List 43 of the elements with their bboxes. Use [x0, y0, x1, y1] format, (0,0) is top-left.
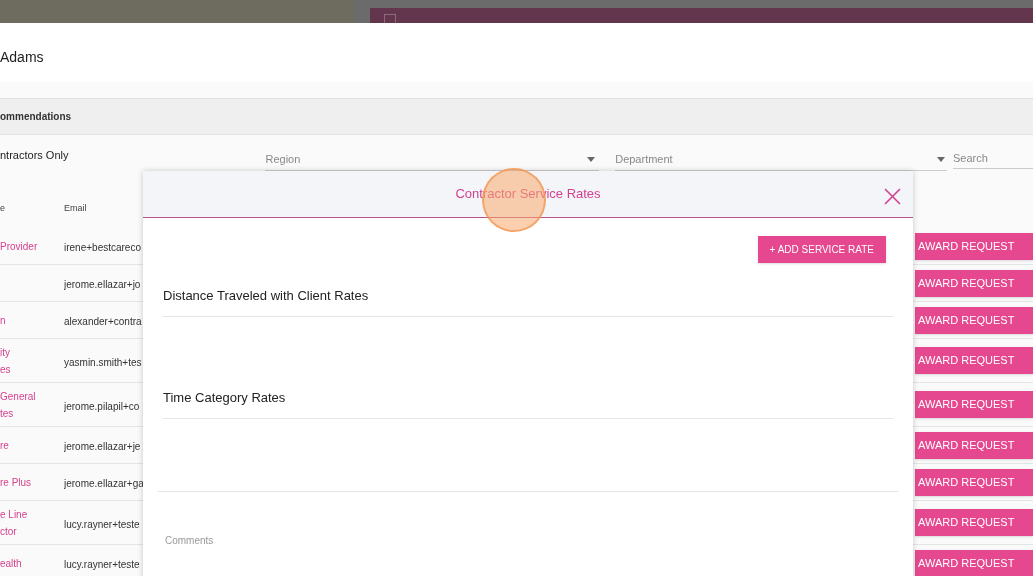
award-request-button[interactable]: AWARD REQUEST — [915, 549, 1033, 576]
award-request-button[interactable]: AWARD REQUEST — [915, 509, 1033, 536]
email-text: lucy.rayner+teste — [64, 518, 140, 530]
column-header: e — [0, 202, 6, 216]
award-request-button[interactable]: AWARD REQUEST — [915, 431, 1033, 459]
award-request-button[interactable]: AWARD REQUEST — [915, 347, 1033, 374]
email-text: jerome.ellazar+jo — [64, 279, 141, 290]
section-title: ommendations — [0, 110, 72, 124]
dropdown-caret-icon — [937, 157, 946, 162]
contractor-name-link[interactable]: ity — [0, 344, 64, 360]
add-service-rate-button[interactable]: + ADD SERVICE RATE — [757, 236, 886, 263]
contractor-name-link[interactable]: General — [0, 388, 64, 404]
contractor-name-link[interactable]: re Plus — [0, 474, 64, 490]
contractor-name-link[interactable]: ealth — [0, 555, 64, 571]
email-text: jerome.ellazar+ga — [64, 478, 143, 489]
award-request-button[interactable]: AWARD REQUEST — [915, 306, 1033, 334]
rates-section-title: Distance Traveled with Client Rates — [163, 286, 369, 305]
toggle-label: ntractors Only — [0, 148, 70, 163]
contractor-name-link[interactable]: tes — [0, 405, 64, 421]
email-text: alexander+contra — [64, 316, 142, 327]
email-text: yasmin.smith+tes — [64, 356, 142, 368]
email-text: lucy.rayner+teste — [64, 559, 140, 570]
email-text: jerome.pilapil+co — [64, 400, 140, 412]
contractor-name-link[interactable]: es — [0, 361, 64, 377]
contractor-name-link[interactable]: e Line — [0, 506, 64, 522]
award-request-button[interactable]: AWARD REQUEST — [915, 468, 1033, 496]
email-text: irene+bestcareco — [64, 242, 141, 253]
contractor-name-link[interactable]: Provider — [0, 238, 64, 254]
award-request-button[interactable]: AWARD REQUEST — [915, 269, 1033, 297]
checkbox-icon — [384, 14, 396, 23]
search-field[interactable]: Search — [953, 147, 1033, 169]
close-icon[interactable] — [884, 188, 901, 205]
column-header: Email — [64, 202, 88, 216]
contractor-name-link[interactable]: n — [0, 312, 64, 328]
page-title: Adams — [0, 48, 44, 67]
award-request-button[interactable]: AWARD REQUEST — [915, 232, 1033, 260]
comments-field[interactable]: Comments — [165, 530, 891, 550]
rates-section-title: Time Category Rates — [163, 388, 286, 407]
contractor-name-link[interactable]: re — [0, 437, 64, 453]
award-request-button[interactable]: AWARD REQUEST — [915, 391, 1033, 418]
contractor-name-link[interactable]: ctor — [0, 523, 64, 539]
email-text: jerome.ellazar+je — [64, 441, 141, 452]
dropdown-caret-icon — [587, 157, 596, 162]
